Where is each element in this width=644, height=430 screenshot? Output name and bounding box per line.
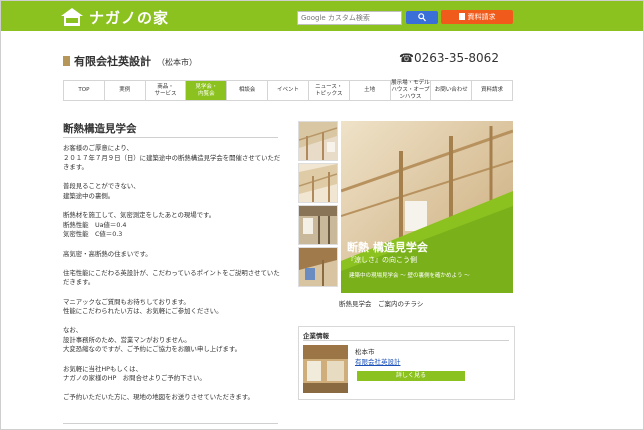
article-paragraph: 断熱材を施工して、気密測定をしたあとの現場です。 断熱性能 Ua値＝0.4 気密… <box>63 211 216 239</box>
company-location: （松本市） <box>157 58 197 67</box>
article-paragraph: お客様のご厚意により、 ２０１７年７月９日（日）に建築途中の断熱構造見学会を開催… <box>63 144 281 172</box>
search-input[interactable]: Google カスタム検索 <box>297 11 402 25</box>
details-button[interactable]: 詳しく見る <box>357 371 465 381</box>
house-icon <box>61 8 83 26</box>
article-paragraph: ご予約いただいた方に、現地の地図をお送りさせていただきます。 <box>63 393 254 402</box>
logo-text: ナガノの家 <box>89 8 170 27</box>
gallery-thumbnail[interactable] <box>298 163 338 203</box>
nav-open-house[interactable]: 見学会・ 内覧会 <box>185 81 227 100</box>
article-paragraph: 住宅性能にこだわる英設計が、こだわっているポイントをご説明させていただきます。 <box>63 268 280 287</box>
request-label: 資料請求 <box>467 13 496 21</box>
flyer-caption: 断熱見学会 ご案内のチラシ <box>339 300 424 308</box>
divider <box>63 423 278 424</box>
gallery-thumbnail[interactable] <box>298 247 338 287</box>
article-paragraph: 普段見ることができない、 建築途中の裏側。 <box>63 182 140 200</box>
article-paragraph: なお、 設計事務所のため、営業マンがおりません。 大変恐縮なのですが、ご予約にご… <box>63 326 242 354</box>
flyer-tagline: 建築中の現場見学会 ～ 壁の裏側を確かめよう ～ <box>349 273 470 279</box>
nav-products[interactable]: 商品・ サービス <box>144 81 186 100</box>
nav-contact[interactable]: お問い合わせ <box>430 81 471 100</box>
article-paragraph: お気軽に当社HPもしくは、 ナガノの家様のHP お問合せよりご予約下さい。 <box>63 364 206 383</box>
company-photo[interactable] <box>303 345 348 393</box>
request-materials-button[interactable]: 資料請求 <box>441 10 513 24</box>
company-phone: ☎0263-35-8062 <box>399 51 499 65</box>
company-heading: 有限会社英設計 （松本市） <box>63 53 197 69</box>
card-heading: 企業情報 <box>303 332 329 340</box>
nav-model-house[interactable]: 展示場・モデル ハウス・オープ ンハウス <box>389 80 431 100</box>
card-location: 松本市 <box>355 348 375 356</box>
company-link[interactable]: 有限会社英設計 <box>355 356 401 366</box>
flyer-subtitle: 『涼しさ』の向こう側 <box>347 256 417 264</box>
search-icon <box>418 13 426 22</box>
browser-page: ナガノの家 Google カスタム検索 資料請求 有限会社英設計 （松本市） ☎0… <box>0 0 644 430</box>
building-icon <box>63 56 70 66</box>
divider <box>303 340 509 341</box>
nav-news[interactable]: ニュース・ トピックス <box>307 81 349 100</box>
nav-top[interactable]: TOP <box>63 81 104 100</box>
gallery-thumbnail[interactable] <box>298 121 338 161</box>
article-paragraph: マニアックなご質問もお待ちしております。 性能にこだわられたい方は、お気軽にご参… <box>63 297 223 316</box>
article-body: お客様のご厚意により、 ２０１７年７月９日（日）に建築途中の断熱構造見学会を開催… <box>63 144 283 403</box>
gallery-thumbnail[interactable] <box>298 205 338 245</box>
site-logo[interactable]: ナガノの家 <box>61 7 169 27</box>
document-icon <box>458 13 465 20</box>
nav-request[interactable]: 資料請求 <box>471 81 513 100</box>
article-paragraph: 高気密・高断熱の住まいです。 <box>63 249 152 258</box>
company-name: 有限会社英設計 <box>74 55 151 68</box>
nav-examples[interactable]: 実例 <box>103 81 145 100</box>
flyer-title: 断熱 構造見学会 <box>347 241 428 254</box>
nav-events[interactable]: イベント <box>267 81 308 100</box>
divider <box>63 137 278 138</box>
flyer-image[interactable]: 断熱 構造見学会 『涼しさ』の向こう側 建築中の現場見学会 ～ 壁の裏側を確かめ… <box>341 121 513 293</box>
site-header: ナガノの家 Google カスタム検索 資料請求 <box>1 1 643 31</box>
article-title: 断熱構造見学会 <box>63 123 137 135</box>
company-info-card: 企業情報 松本市 有限会社英設計 詳しく見る <box>298 326 515 400</box>
nav-consultation[interactable]: 相談会 <box>226 81 267 100</box>
nav-land[interactable]: 土地 <box>348 81 390 100</box>
search-button[interactable] <box>406 11 438 24</box>
company-nav: TOP 実例 商品・ サービス 見学会・ 内覧会 相談会 イベント ニュース・ … <box>63 80 513 101</box>
